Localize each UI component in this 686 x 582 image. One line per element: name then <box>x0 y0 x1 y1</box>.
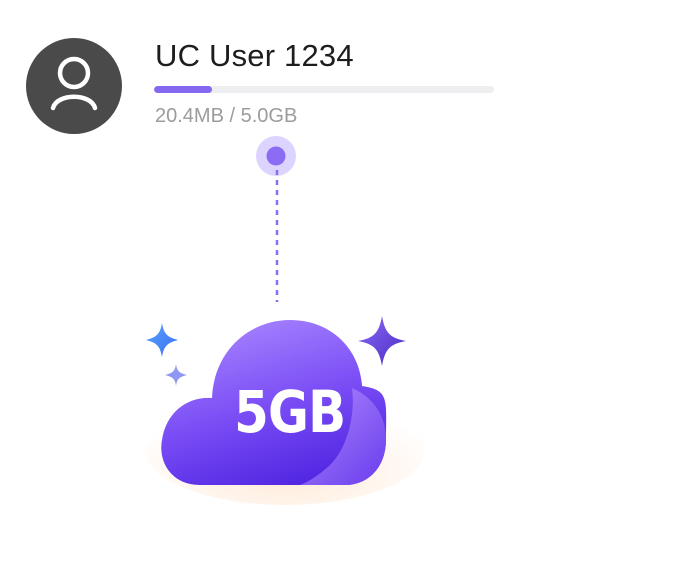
cloud-capacity-label: 5GB <box>234 378 346 446</box>
connector-dot <box>266 146 286 166</box>
cloud-storage-graphic: 5GB <box>140 300 430 510</box>
